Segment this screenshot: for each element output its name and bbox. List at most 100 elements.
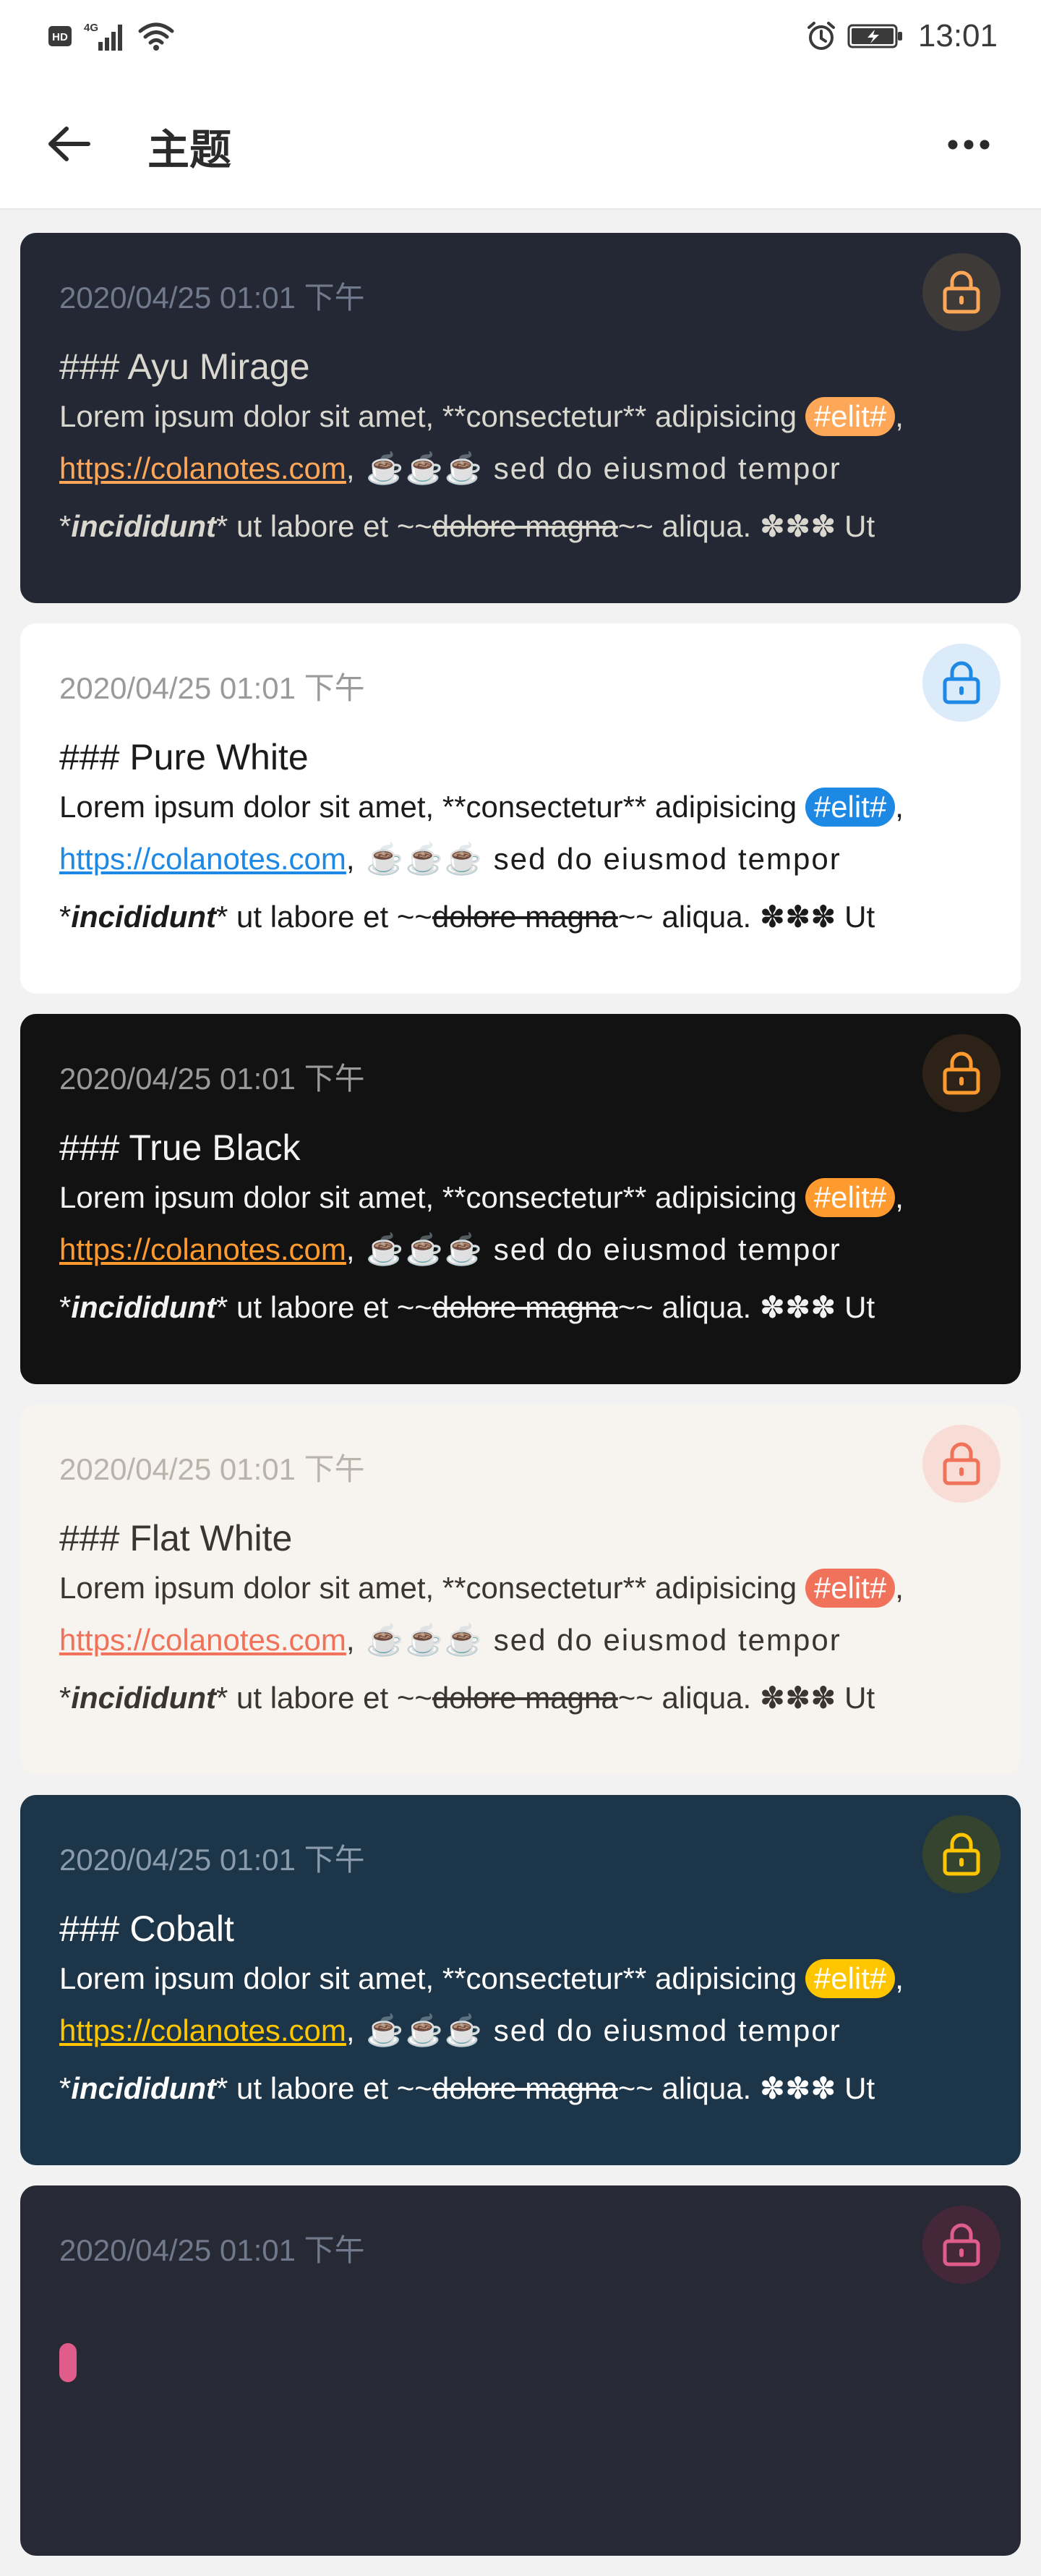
theme-card[interactable]: 2020/04/25 01:01 下午 [20, 2185, 1021, 2556]
preview-text: Lorem ipsum dolor sit amet, **consectetu… [59, 1180, 805, 1214]
preview-text: , [895, 1961, 904, 1995]
lock-button[interactable] [922, 1815, 1001, 1893]
theme-card[interactable]: 2020/04/25 01:01 下午 ### Cobalt Lorem ipsum… [20, 1795, 1021, 2165]
preview-line-2: https://colanotes.com, ☕☕☕ sed do eiusmo… [59, 443, 1021, 495]
preview-emphasis: incididunt [71, 1681, 216, 1715]
preview-line-1 [59, 2343, 1021, 2395]
status-time: 13:01 [917, 18, 998, 54]
preview-emphasis: incididunt [71, 900, 216, 934]
preview-link[interactable]: https://colanotes.com [59, 842, 346, 876]
status-bar: HD 4G 13:01 [0, 0, 1041, 72]
preview-text: , ☕☕☕ sed do eiusmod tempor [346, 451, 841, 485]
preview-text: Lorem ipsum dolor sit amet, **consectetu… [59, 399, 805, 433]
preview-strikethrough: dolore magna [432, 2071, 618, 2105]
arrow-left-icon [48, 127, 90, 161]
theme-name [59, 2295, 1021, 2343]
preview-line-2 [59, 2395, 1021, 2447]
back-button[interactable] [42, 117, 95, 171]
preview-line-3: *incididunt* ut labore et ~~dolore magna… [59, 1672, 1021, 1724]
preview-emphasis: incididunt [71, 509, 216, 543]
tag-badge[interactable]: #elit# [805, 1959, 896, 1998]
preview-emphasis: incididunt [71, 2071, 216, 2105]
lock-button[interactable] [922, 1034, 1001, 1112]
preview-line-2: https://colanotes.com, ☕☕☕ sed do eiusmo… [59, 1224, 1021, 1276]
preview-text: * ut labore et ~~ [216, 900, 432, 934]
note-date: 2020/04/25 01:01 下午 [59, 281, 365, 315]
note-date: 2020/04/25 01:01 下午 [59, 2233, 365, 2267]
preview-text: * [59, 1290, 72, 1324]
more-options-button[interactable] [940, 123, 998, 166]
preview-line-1: Lorem ipsum dolor sit amet, **consectetu… [59, 1953, 1021, 2005]
preview-line-1: Lorem ipsum dolor sit amet, **consectetu… [59, 391, 1021, 443]
page-title: 主题 [147, 125, 232, 174]
theme-name: ### Pure White [59, 737, 309, 777]
preview-text: * [59, 2071, 72, 2105]
preview-line-3: *incididunt* ut labore et ~~dolore magna… [59, 1281, 1021, 1334]
preview-text: ~~ aliqua. ✽✽✽ Ut [617, 1681, 875, 1715]
hd-icon: HD [48, 26, 72, 46]
preview-text: ~~ aliqua. ✽✽✽ Ut [617, 1290, 875, 1324]
lock-icon [943, 1052, 980, 1095]
preview-line-1: Lorem ipsum dolor sit amet, **consectetu… [59, 1562, 1021, 1614]
preview-text: , ☕☕☕ sed do eiusmod tempor [346, 1623, 841, 1657]
more-horizontal-icon [948, 140, 990, 150]
preview-text: , [895, 1571, 904, 1605]
lock-button[interactable] [922, 1425, 1001, 1503]
status-right: 13:01 [805, 18, 998, 54]
preview-text: , ☕☕☕ sed do eiusmod tempor [346, 2013, 841, 2047]
theme-card[interactable]: 2020/04/25 01:01 下午 ### True Black Lorem i… [20, 1014, 1021, 1384]
theme-name: ### Flat White [59, 1518, 293, 1558]
tag-badge[interactable]: #elit# [805, 788, 896, 827]
preview-link[interactable]: https://colanotes.com [59, 1232, 346, 1266]
preview-line-2: https://colanotes.com, ☕☕☕ sed do eiusmo… [59, 1614, 1021, 1666]
preview-text: ~~ aliqua. ✽✽✽ Ut [617, 509, 875, 543]
lock-icon [943, 270, 980, 314]
preview-line-3: *incididunt* ut labore et ~~dolore magna… [59, 891, 1021, 943]
theme-card[interactable]: 2020/04/25 01:01 下午 ### Flat White Lorem i… [20, 1404, 1021, 1775]
preview-line-3: *incididunt* ut labore et ~~dolore magna… [59, 500, 1021, 553]
lock-icon [943, 1833, 980, 1876]
note-date: 2020/04/25 01:01 下午 [59, 1452, 365, 1486]
alarm-icon [807, 22, 835, 50]
theme-card[interactable]: 2020/04/25 01:01 下午 ### Ayu Mirage Lorem i… [20, 233, 1021, 603]
tag-badge[interactable] [59, 2343, 77, 2382]
theme-name: ### Ayu Mirage [59, 346, 310, 387]
preview-strikethrough: dolore magna [432, 1681, 618, 1715]
preview-text: * ut labore et ~~ [216, 1290, 432, 1324]
theme-name: ### Cobalt [59, 1908, 234, 1949]
lock-button[interactable] [922, 253, 1001, 331]
preview-text: * [59, 900, 72, 934]
note-date: 2020/04/25 01:01 下午 [59, 671, 365, 705]
lock-button[interactable] [922, 2206, 1001, 2284]
preview-text: , [895, 399, 904, 433]
preview-link[interactable]: https://colanotes.com [59, 1623, 346, 1657]
preview-strikethrough: dolore magna [432, 1290, 618, 1324]
preview-line-1: Lorem ipsum dolor sit amet, **consectetu… [59, 1172, 1021, 1224]
preview-text: Lorem ipsum dolor sit amet, **consectetu… [59, 790, 805, 824]
preview-text: ~~ aliqua. ✽✽✽ Ut [617, 900, 875, 934]
preview-text: * ut labore et ~~ [216, 1681, 432, 1715]
preview-line-2: https://colanotes.com, ☕☕☕ sed do eiusmo… [59, 833, 1021, 885]
lock-icon [943, 661, 980, 704]
preview-line-3 [59, 2453, 1021, 2505]
status-left: HD 4G [48, 20, 175, 52]
preview-link[interactable]: https://colanotes.com [59, 451, 346, 485]
theme-card[interactable]: 2020/04/25 01:01 下午 ### Pure White Lorem i… [20, 623, 1021, 994]
preview-line-2: https://colanotes.com, ☕☕☕ sed do eiusmo… [59, 2005, 1021, 2057]
tag-badge[interactable]: #elit# [805, 1178, 896, 1217]
preview-text: * ut labore et ~~ [216, 509, 432, 543]
lock-icon [943, 1442, 980, 1485]
theme-list: 2020/04/25 01:01 下午 ### Ayu Mirage Lorem i… [20, 233, 1021, 2576]
preview-text: Lorem ipsum dolor sit amet, **consectetu… [59, 1571, 805, 1605]
lock-icon [943, 2223, 980, 2266]
svg-text:4G: 4G [84, 22, 98, 34]
tag-badge[interactable]: #elit# [805, 1569, 896, 1608]
preview-text: , ☕☕☕ sed do eiusmod tempor [346, 1232, 841, 1266]
tag-badge[interactable]: #elit# [805, 397, 896, 436]
preview-text: * [59, 1681, 72, 1715]
lock-button[interactable] [922, 644, 1001, 722]
preview-text: * ut labore et ~~ [216, 2071, 432, 2105]
theme-name: ### True Black [59, 1127, 301, 1168]
preview-text: ~~ aliqua. ✽✽✽ Ut [617, 2071, 875, 2105]
preview-link[interactable]: https://colanotes.com [59, 2013, 346, 2047]
